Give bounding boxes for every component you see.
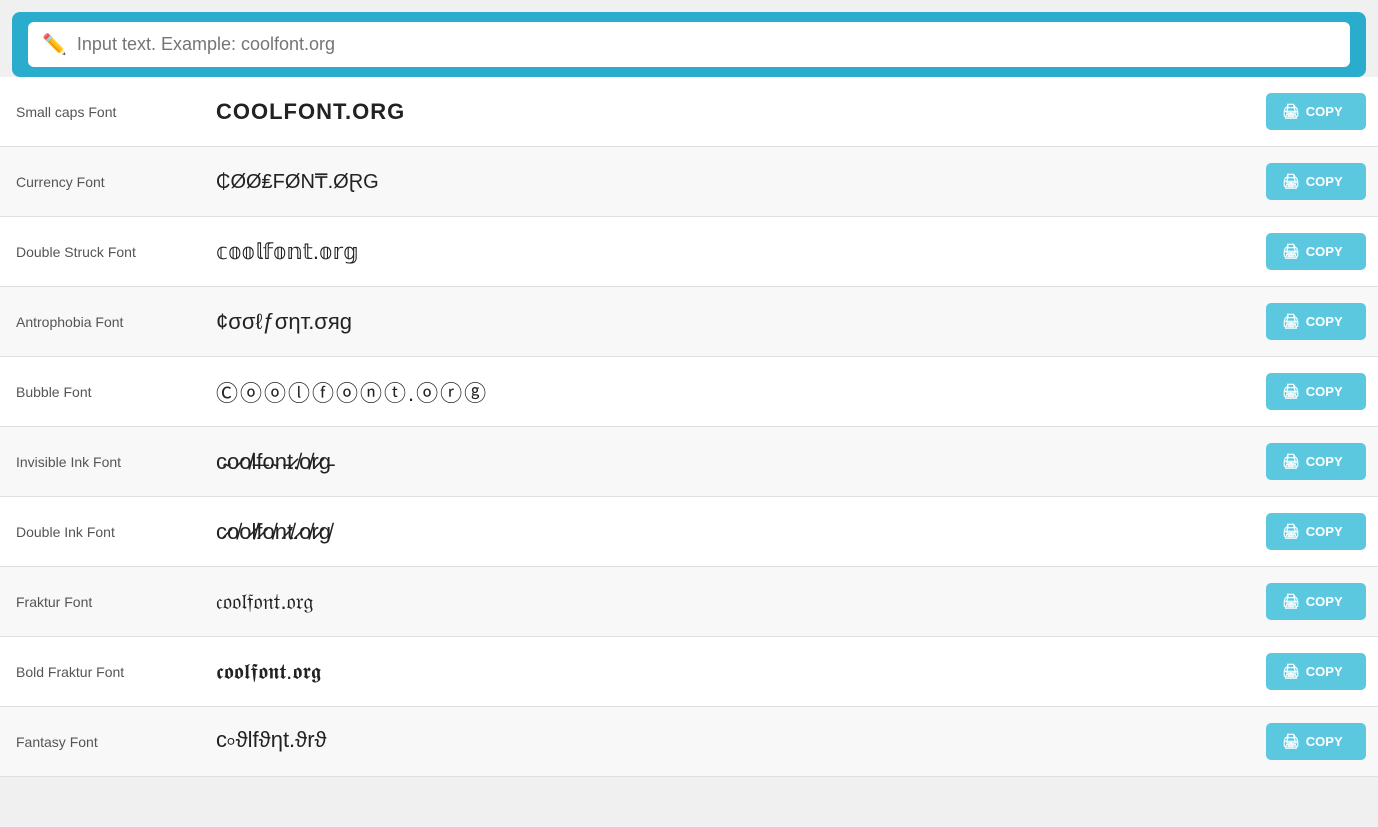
copy-button-bubble[interactable]: 🖨COPY [1266,373,1366,410]
font-preview: c̴o̷o̸l̵f̶o̴n̵t̷.̸o̸r̷g̵ [200,437,1254,487]
font-label: Currency Font [0,162,200,202]
font-row: Antrophobia Font¢σσℓƒσηт.σяg 🖨COPY [0,287,1378,357]
font-preview: c̷o̸o̷l̸f̷o̸n̷t̸.̷o̸r̷g̸ [200,507,1254,557]
font-label: Fraktur Font [0,582,200,622]
font-preview: ₵ØØ₤FØN₸.ØⱤG [200,157,1254,206]
font-preview: 𝖈𝖔𝖔𝖑𝖋𝖔𝖓𝖙.𝖔𝖗𝖌 [200,647,1254,697]
font-preview: ¢σσℓƒσηт.σяg [200,297,1254,347]
font-label: Bubble Font [0,372,200,412]
copy-button-currency[interactable]: 🖨COPY [1266,163,1366,200]
font-row: Fantasy Fontϲ৹ϑlfϑηt.ϑrϑ 🖨COPY [0,707,1378,777]
copy-button-small-caps[interactable]: 🖨COPY [1266,93,1366,130]
copy-button-fantasy[interactable]: 🖨COPY [1266,723,1366,760]
font-preview: 𝔠𝔬𝔬𝔩𝔣𝔬𝔫𝔱.𝔬𝔯𝔤 [200,577,1254,627]
font-label: Invisible Ink Font [0,442,200,482]
search-input[interactable] [77,34,1336,55]
font-row: Double Ink Fontc̷o̸o̷l̸f̷o̸n̷t̸.̷o̸r̷g̸ 🖨… [0,497,1378,567]
copy-icon: 🖨 [1282,733,1300,750]
font-row: Small caps FontCOOLFONT.ORG 🖨COPY [0,77,1378,147]
copy-button-double-struck[interactable]: 🖨COPY [1266,233,1366,270]
copy-button-antrophobia[interactable]: 🖨COPY [1266,303,1366,340]
font-row: Invisible Ink Fontc̴o̷o̸l̵f̶o̴n̵t̷.̸o̸r̷… [0,427,1378,497]
pencil-icon: ✏️ [42,32,67,57]
copy-icon: 🖨 [1282,523,1300,540]
font-label: Double Ink Font [0,512,200,552]
font-row: Fraktur Font𝔠𝔬𝔬𝔩𝔣𝔬𝔫𝔱.𝔬𝔯𝔤 🖨COPY [0,567,1378,637]
font-label: Antrophobia Font [0,302,200,342]
copy-icon: 🖨 [1282,103,1300,120]
copy-button-fraktur[interactable]: 🖨COPY [1266,583,1366,620]
copy-button-bold-fraktur[interactable]: 🖨COPY [1266,653,1366,690]
font-label: Small caps Font [0,92,200,132]
font-row: Double Struck Font𝕔𝕠𝕠𝕝𝕗𝕠𝕟𝕥.𝕠𝕣𝕘 🖨COPY [0,217,1378,287]
copy-icon: 🖨 [1282,453,1300,470]
header-bar: ✏️ [12,12,1366,77]
font-label: Bold Fraktur Font [0,652,200,692]
copy-icon: 🖨 [1282,313,1300,330]
copy-icon: 🖨 [1282,663,1300,680]
font-preview: COOLFONT.ORG [200,87,1254,137]
copy-button-invisible-ink[interactable]: 🖨COPY [1266,443,1366,480]
search-box: ✏️ [28,22,1350,67]
copy-icon: 🖨 [1282,593,1300,610]
font-row: Bold Fraktur Font𝖈𝖔𝖔𝖑𝖋𝖔𝖓𝖙.𝖔𝖗𝖌 🖨COPY [0,637,1378,707]
copy-icon: 🖨 [1282,383,1300,400]
copy-icon: 🖨 [1282,243,1300,260]
font-row: Bubble FontⒸⓞⓞⓛⓕⓞⓝⓣ.ⓞⓡⓖ 🖨COPY [0,357,1378,427]
copy-icon: 🖨 [1282,173,1300,190]
font-preview: Ⓒⓞⓞⓛⓕⓞⓝⓣ.ⓞⓡⓖ [200,364,1254,420]
font-label: Double Struck Font [0,232,200,272]
font-list: Small caps FontCOOLFONT.ORG🖨COPYCurrency… [0,77,1378,777]
copy-button-double-ink[interactable]: 🖨COPY [1266,513,1366,550]
font-label: Fantasy Font [0,722,200,762]
font-preview: ϲ৹ϑlfϑηt.ϑrϑ [200,711,1254,772]
font-preview: 𝕔𝕠𝕠𝕝𝕗𝕠𝕟𝕥.𝕠𝕣𝕘 [200,227,1254,277]
font-row: Currency Font₵ØØ₤FØN₸.ØⱤG 🖨COPY [0,147,1378,217]
